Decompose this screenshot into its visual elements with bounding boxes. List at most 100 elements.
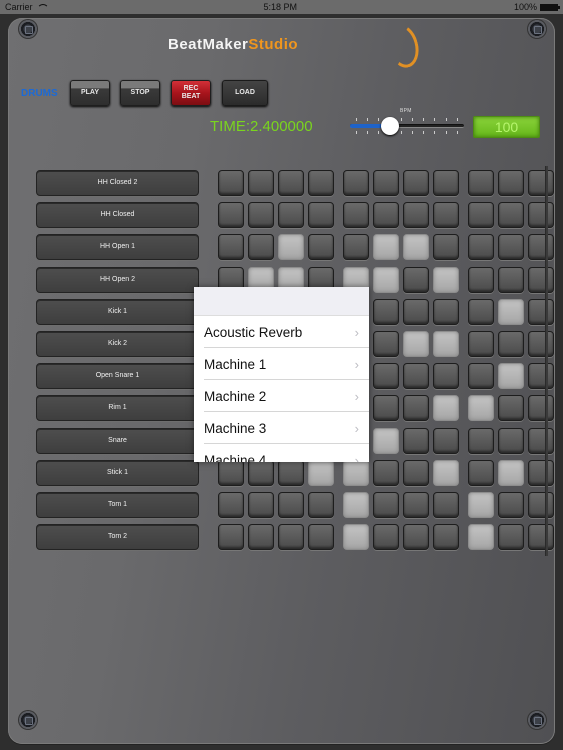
step-pad-on[interactable]	[498, 363, 524, 390]
step-pad-off[interactable]	[373, 524, 399, 551]
step-pad-off[interactable]	[468, 202, 494, 229]
kit-list-item[interactable]: Machine 2 ›	[194, 380, 369, 412]
stop-button[interactable]: STOP	[120, 80, 160, 106]
track-button[interactable]: HH Open 1	[36, 234, 199, 261]
step-pad-on[interactable]	[278, 234, 304, 261]
step-pad-off[interactable]	[373, 331, 399, 357]
step-pad-off[interactable]	[528, 459, 554, 486]
step-pad-off[interactable]	[403, 427, 429, 454]
step-pad-on[interactable]	[468, 492, 494, 518]
step-pad-on[interactable]	[498, 459, 524, 486]
step-pad-off[interactable]	[468, 170, 494, 196]
step-pad-off[interactable]	[218, 234, 244, 261]
step-pad-off[interactable]	[498, 331, 524, 357]
play-button[interactable]: PLAY	[70, 80, 110, 106]
step-pad-off[interactable]	[468, 427, 494, 454]
step-pad-off[interactable]	[278, 170, 304, 196]
step-pad-off[interactable]	[278, 202, 304, 229]
step-pad-off[interactable]	[308, 234, 334, 261]
bpm-slider-thumb[interactable]	[380, 117, 399, 135]
step-pad-off[interactable]	[248, 234, 274, 261]
step-pad-off[interactable]	[498, 234, 524, 261]
step-pad-off[interactable]	[528, 363, 554, 390]
step-pad-off[interactable]	[498, 395, 524, 422]
step-pad-off[interactable]	[528, 395, 554, 422]
step-pad-on[interactable]	[373, 427, 399, 454]
step-pad-off[interactable]	[403, 492, 429, 518]
step-pad-off[interactable]	[528, 202, 554, 229]
step-pad-off[interactable]	[218, 492, 244, 518]
track-button[interactable]: Tom 1	[36, 492, 199, 518]
step-pad-on[interactable]	[373, 234, 399, 261]
step-pad-on[interactable]	[498, 298, 524, 325]
track-button[interactable]: Kick 1	[36, 298, 199, 325]
step-pad-off[interactable]	[468, 459, 494, 486]
step-pad-off[interactable]	[308, 170, 334, 196]
step-pad-off[interactable]	[498, 170, 524, 196]
step-pad-off[interactable]	[528, 234, 554, 261]
step-pad-on[interactable]	[308, 459, 334, 486]
step-pad-off[interactable]	[373, 492, 399, 518]
track-button[interactable]: Stick 1	[36, 459, 199, 486]
step-pad-off[interactable]	[218, 170, 244, 196]
step-pad-off[interactable]	[218, 459, 244, 486]
track-button[interactable]: Kick 2	[36, 331, 199, 357]
step-pad-off[interactable]	[403, 170, 429, 196]
step-pad-off[interactable]	[468, 298, 494, 325]
step-pad-off[interactable]	[528, 492, 554, 518]
track-button[interactable]: Open Snare 1	[36, 363, 199, 390]
step-pad-off[interactable]	[343, 234, 369, 261]
step-pad-off[interactable]	[373, 170, 399, 196]
track-button[interactable]: Rim 1	[36, 395, 199, 422]
track-button[interactable]: Snare	[36, 427, 199, 454]
step-pad-off[interactable]	[528, 427, 554, 454]
step-pad-on[interactable]	[433, 331, 459, 357]
step-pad-off[interactable]	[468, 234, 494, 261]
kit-list-item[interactable]: Machine 1 ›	[194, 348, 369, 380]
step-pad-on[interactable]	[373, 266, 399, 293]
step-pad-off[interactable]	[403, 395, 429, 422]
step-pad-off[interactable]	[278, 492, 304, 518]
step-pad-off[interactable]	[403, 363, 429, 390]
bpm-value-display[interactable]: 100	[473, 116, 540, 138]
step-pad-off[interactable]	[433, 202, 459, 229]
step-pad-off[interactable]	[433, 524, 459, 551]
step-pad-off[interactable]	[433, 298, 459, 325]
step-pad-off[interactable]	[278, 524, 304, 551]
step-pad-off[interactable]	[403, 459, 429, 486]
step-pad-off[interactable]	[248, 459, 274, 486]
step-pad-on[interactable]	[403, 234, 429, 261]
track-button[interactable]: Tom 2	[36, 524, 199, 551]
step-pad-off[interactable]	[528, 298, 554, 325]
step-pad-on[interactable]	[433, 266, 459, 293]
step-pad-off[interactable]	[498, 524, 524, 551]
step-pad-off[interactable]	[343, 202, 369, 229]
kit-list-item[interactable]: Acoustic Reverb ›	[194, 316, 369, 348]
step-pad-off[interactable]	[373, 298, 399, 325]
track-button[interactable]: HH Closed	[36, 202, 199, 229]
step-pad-off[interactable]	[528, 266, 554, 293]
step-pad-off[interactable]	[248, 492, 274, 518]
step-pad-off[interactable]	[278, 459, 304, 486]
step-pad-off[interactable]	[433, 492, 459, 518]
step-pad-off[interactable]	[528, 524, 554, 551]
track-button[interactable]: HH Closed 2	[36, 170, 199, 196]
step-pad-on[interactable]	[468, 395, 494, 422]
step-pad-off[interactable]	[468, 266, 494, 293]
step-pad-off[interactable]	[218, 524, 244, 551]
step-pad-on[interactable]	[343, 524, 369, 551]
step-pad-off[interactable]	[248, 170, 274, 196]
step-pad-off[interactable]	[528, 170, 554, 196]
step-pad-on[interactable]	[403, 331, 429, 357]
rec-beat-button[interactable]: REC BEAT	[171, 80, 211, 106]
step-pad-off[interactable]	[498, 492, 524, 518]
step-pad-on[interactable]	[343, 459, 369, 486]
step-pad-off[interactable]	[373, 459, 399, 486]
step-pad-off[interactable]	[373, 363, 399, 390]
step-pad-off[interactable]	[498, 266, 524, 293]
step-pad-off[interactable]	[498, 427, 524, 454]
step-pad-off[interactable]	[308, 202, 334, 229]
step-pad-off[interactable]	[403, 266, 429, 293]
step-pad-off[interactable]	[308, 492, 334, 518]
track-button[interactable]: HH Open 2	[36, 266, 199, 293]
